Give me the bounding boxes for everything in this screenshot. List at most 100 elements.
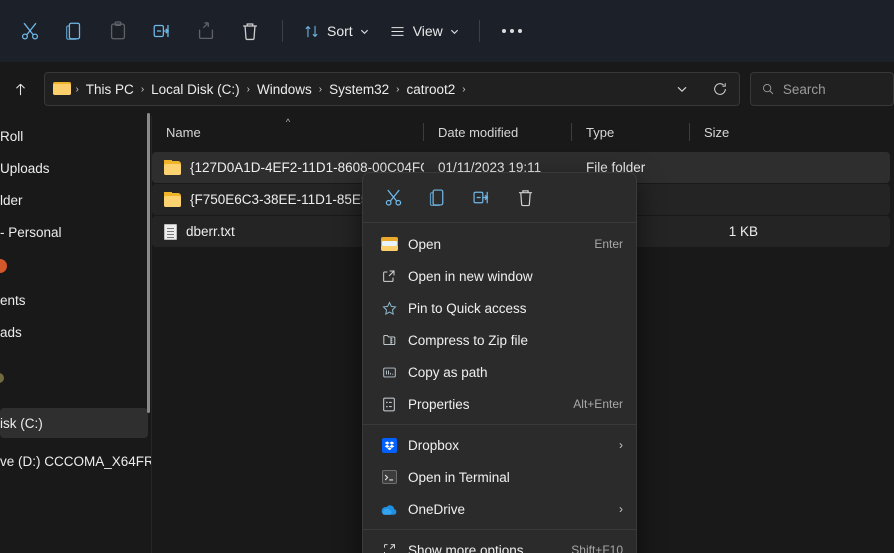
sidebar-item-0[interactable]: Roll [0, 120, 148, 152]
up-button[interactable] [4, 72, 36, 106]
context-menu-item-open-in-new-window[interactable]: Open in new window [366, 260, 633, 292]
file-explorer-window: Sort View [0, 0, 894, 553]
view-button[interactable]: View [379, 14, 469, 48]
navigation-pane: Roll Uploads lder - Personal ents ads is… [0, 116, 152, 553]
address-bar[interactable]: › This PC › Local Disk (C:) › Windows › … [44, 72, 739, 106]
sidebar-item-3[interactable]: - Personal [0, 216, 148, 248]
dropbox-icon [378, 436, 400, 454]
folder-icon [164, 161, 181, 175]
view-icon [389, 23, 406, 40]
share-button[interactable] [184, 11, 228, 51]
column-header-label: Size [704, 125, 729, 140]
context-menu-item-label: Open in Terminal [408, 470, 613, 485]
context-menu-item-label: Compress to Zip file [408, 333, 613, 348]
sort-button[interactable]: Sort [293, 14, 379, 48]
ctx-copy-button[interactable] [417, 180, 457, 216]
search-input[interactable]: Search [783, 82, 826, 97]
breadcrumb-separator: › [394, 84, 401, 95]
chevron-right-icon: › [619, 438, 623, 452]
breadcrumb-item-1[interactable]: Local Disk (C:) [146, 79, 245, 100]
see-more-button[interactable] [490, 14, 534, 48]
sidebar-item-label: ve (D:) CCCOMA_X64FRE_E [0, 454, 152, 469]
breadcrumb-item-0[interactable]: This PC [81, 79, 139, 100]
sidebar-item-1[interactable]: Uploads [0, 152, 148, 184]
breadcrumb-separator: › [139, 84, 146, 95]
ctx-rename-button[interactable] [461, 180, 501, 216]
rename-button[interactable] [140, 11, 184, 51]
breadcrumb-item-2[interactable]: Windows [252, 79, 317, 100]
context-menu-toolstrip [363, 173, 636, 223]
toolbar-divider-2 [479, 20, 480, 42]
ctx-delete-button[interactable] [505, 180, 545, 216]
refresh-icon [712, 81, 728, 97]
sidebar-item-label: - Personal [0, 225, 62, 240]
context-menu-item-label: OneDrive [408, 502, 611, 517]
sort-icon [303, 23, 320, 40]
context-menu-item-label: Properties [408, 397, 563, 412]
address-history-dropdown[interactable] [667, 75, 697, 103]
context-menu-separator [363, 424, 636, 425]
scissors-icon [383, 187, 404, 208]
size-cell: 1 KB [690, 224, 772, 239]
column-header-row: ^ Name Date modified Type Size [152, 116, 894, 148]
sidebar-item-5[interactable]: ents [0, 284, 148, 316]
copy-button[interactable] [52, 11, 96, 51]
context-menu-item-open[interactable]: Open Enter [366, 228, 633, 260]
breadcrumb-item-3[interactable]: System32 [324, 79, 394, 100]
refresh-button[interactable] [705, 75, 735, 103]
sidebar-item-7[interactable] [0, 348, 148, 408]
search-box[interactable]: Search [750, 72, 894, 106]
context-menu-item-onedrive[interactable]: OneDrive › [366, 493, 633, 525]
onedrive-icon [378, 500, 400, 518]
sidebar-item-label: isk (C:) [0, 416, 43, 431]
sidebar-item-2[interactable]: lder [0, 184, 148, 216]
breadcrumb-separator: › [73, 84, 80, 95]
breadcrumb-separator: › [317, 84, 324, 95]
column-header-size[interactable]: Size [690, 116, 772, 148]
view-label: View [413, 23, 443, 39]
sidebar-item-label: Roll [0, 129, 23, 144]
chevron-down-icon [676, 83, 688, 95]
cut-button[interactable] [8, 11, 52, 51]
ctx-cut-button[interactable] [373, 180, 413, 216]
context-menu-separator [363, 529, 636, 530]
context-menu-item-label: Pin to Quick access [408, 301, 613, 316]
context-menu-item-copy-as-path[interactable]: Copy as path [366, 356, 633, 388]
breadcrumb-item-4[interactable]: catroot2 [402, 79, 461, 100]
arrow-up-icon [12, 81, 29, 98]
show-more-icon [378, 541, 400, 553]
sidebar-item-6[interactable]: ads [0, 316, 148, 348]
share-icon [195, 20, 217, 42]
chevron-down-icon [450, 27, 459, 36]
zip-folder-icon [378, 331, 400, 349]
column-header-type[interactable]: Type [572, 116, 690, 148]
file-name-text: dberr.txt [186, 224, 235, 239]
file-name-text: {F750E6C3-38EE-11D1-85E5-00 [190, 192, 388, 207]
context-menu-item-label: Dropbox [408, 438, 611, 453]
context-menu-item-pin-to-quick-access[interactable]: Pin to Quick access [366, 292, 633, 324]
column-header-date-modified[interactable]: Date modified [424, 116, 572, 148]
sidebar-item-4[interactable] [0, 248, 148, 284]
sidebar-item-label: ents [0, 293, 26, 308]
context-menu: Open Enter Open in new window [362, 172, 637, 553]
context-menu-item-open-in-terminal[interactable]: Open in Terminal [366, 461, 633, 493]
paste-button[interactable] [96, 11, 140, 51]
folder-icon [378, 235, 400, 253]
column-header-name[interactable]: ^ Name [152, 116, 424, 148]
context-menu-item-dropbox[interactable]: Dropbox › [366, 429, 633, 461]
context-menu-item-label: Show more options [408, 543, 561, 553]
sidebar-item-dvd-drive-d[interactable]: ve (D:) CCCOMA_X64FRE_E [0, 445, 148, 477]
sidebar-item-local-disk-c[interactable]: isk (C:) [0, 408, 148, 438]
address-bar-row: › This PC › Local Disk (C:) › Windows › … [0, 62, 894, 116]
address-folder-icon [53, 81, 71, 97]
context-menu-item-properties[interactable]: Properties Alt+Enter [366, 388, 633, 420]
cloud-shape [380, 503, 398, 516]
context-menu-item-show-more-options[interactable]: Show more options Shift+F10 [366, 534, 633, 553]
open-new-window-icon [378, 267, 400, 285]
column-header-label: Date modified [438, 125, 518, 140]
delete-button[interactable] [228, 11, 272, 51]
sidebar-scrollbar-thumb[interactable] [147, 113, 150, 413]
context-menu-item-compress-to-zip[interactable]: Compress to Zip file [366, 324, 633, 356]
copy-icon [63, 20, 85, 42]
context-menu-item-label: Open [408, 237, 584, 252]
